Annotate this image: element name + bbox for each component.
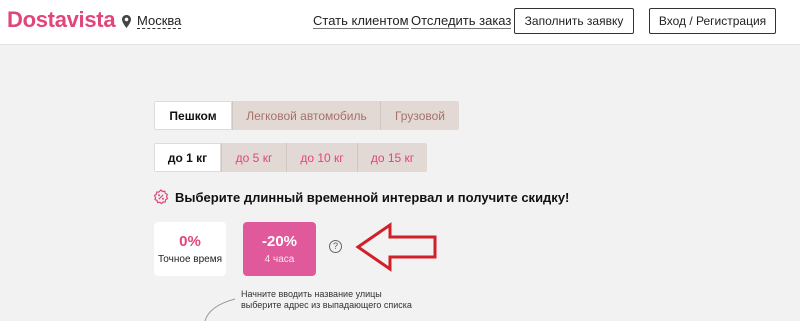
route-line-decoration xyxy=(204,298,236,321)
logo[interactable]: Dostavista xyxy=(7,7,116,33)
red-arrow-icon xyxy=(355,222,437,272)
weight-option-5kg[interactable]: до 5 кг xyxy=(221,143,286,172)
transport-option-walk[interactable]: Пешком xyxy=(154,101,232,130)
city-name: Москва xyxy=(137,13,182,29)
become-client-link[interactable]: Стать клиентом xyxy=(313,13,409,29)
help-icon[interactable]: ? xyxy=(329,240,342,253)
address-hint: Начните вводить название улицы выберите … xyxy=(241,289,412,311)
discount-badge-icon xyxy=(153,189,169,205)
map-pin-icon xyxy=(122,14,131,28)
discount-promo: Выберите длинный временной интервал и по… xyxy=(153,189,569,205)
interval-label: Точное время xyxy=(157,254,223,265)
weight-selector: до 1 кг до 5 кг до 10 кг до 15 кг xyxy=(154,143,427,172)
site-header: Dostavista Москва Стать клиентом Отследи… xyxy=(0,0,800,45)
login-register-button[interactable]: Вход / Регистрация xyxy=(649,8,776,34)
transport-option-truck[interactable]: Грузовой xyxy=(380,101,459,130)
weight-option-1kg[interactable]: до 1 кг xyxy=(154,143,221,172)
transport-selector: Пешком Легковой автомобиль Грузовой xyxy=(154,101,459,130)
track-order-link[interactable]: Отследить заказ xyxy=(411,13,512,29)
interval-label: 4 часа xyxy=(264,254,295,265)
transport-option-car[interactable]: Легковой автомобиль xyxy=(232,101,380,130)
fill-request-button[interactable]: Заполнить заявку xyxy=(514,8,634,34)
interval-card-exact[interactable]: 0% Точное время xyxy=(154,222,226,276)
interval-discount: 0% xyxy=(179,233,201,250)
weight-option-10kg[interactable]: до 10 кг xyxy=(286,143,357,172)
city-selector[interactable]: Москва xyxy=(121,13,182,29)
hint-line: выберите адрес из выпадающего списка xyxy=(241,300,412,310)
hint-line: Начните вводить название улицы xyxy=(241,289,382,299)
weight-option-15kg[interactable]: до 15 кг xyxy=(357,143,427,172)
interval-card-4h[interactable]: -20% 4 часа xyxy=(243,222,316,276)
interval-discount: -20% xyxy=(261,233,298,250)
promo-text: Выберите длинный временной интервал и по… xyxy=(175,189,570,205)
